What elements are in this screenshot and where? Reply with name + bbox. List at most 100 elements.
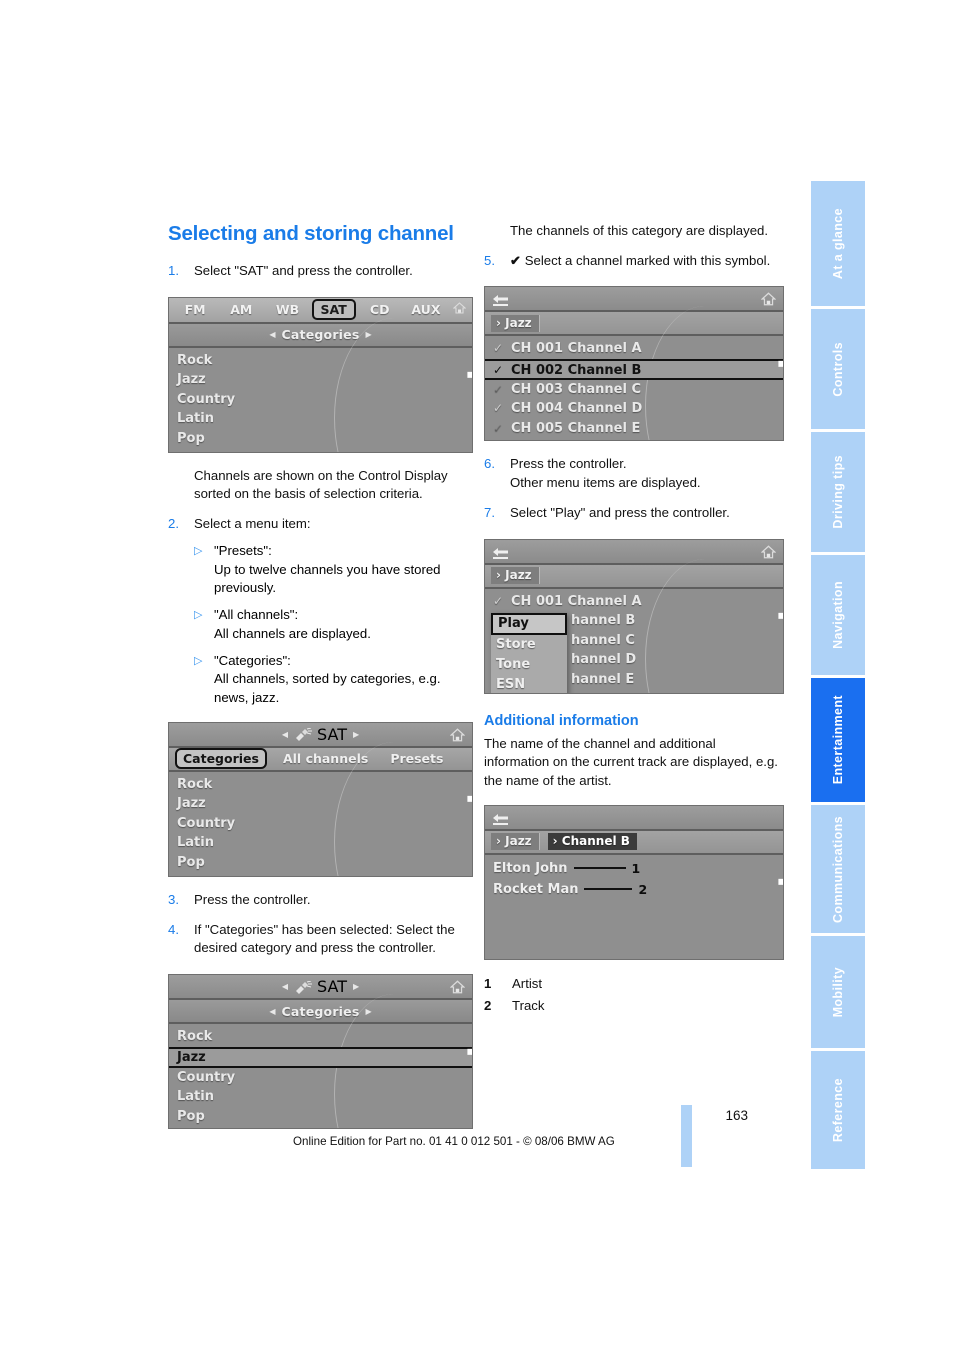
chevron-right-icon[interactable]: ▶ [365, 330, 371, 339]
tab-presets[interactable]: Presets [384, 750, 449, 767]
home-icon[interactable] [760, 291, 777, 306]
tab-categories[interactable]: Categories [175, 748, 267, 770]
satellite-icon-glyph [296, 980, 313, 994]
chevron-left-icon[interactable]: ◀ [269, 1007, 275, 1016]
step-number: 6. [484, 456, 495, 472]
figure-id-microtext [466, 1048, 472, 1055]
channel-label: hannel D [571, 652, 637, 668]
home-icon[interactable] [450, 302, 468, 317]
table-row[interactable]: ✓ CH 001 Channel A [485, 339, 783, 359]
sidebar-tab-navigation[interactable]: Navigation [811, 555, 865, 675]
satellite-icon [294, 980, 313, 994]
sidebar-tab-mobility[interactable]: Mobility [811, 936, 865, 1048]
sidebar-tab-entertainment[interactable]: Entertainment [811, 678, 865, 802]
screenshot-context-menu: › Jazz ✓ CH 001 Channel A hannel B hannel… [484, 538, 784, 694]
chevron-right-icon[interactable]: ▶ [365, 1007, 371, 1016]
list-item[interactable]: Latin [169, 409, 472, 429]
intro-text: The channels of this category are displa… [484, 222, 784, 241]
list-item-selected[interactable]: Jazz [169, 1046, 472, 1068]
table-row[interactable]: ✓ CH 004 Channel D [485, 399, 783, 419]
chevron-left-icon[interactable]: ◀ [282, 982, 288, 991]
figure-id-microtext [466, 796, 472, 803]
table-row-selected[interactable]: ✓ CH 002 Channel B [485, 358, 783, 380]
back-icon[interactable] [492, 292, 509, 307]
sidebar-tab-controls[interactable]: Controls [811, 309, 865, 429]
band-selector-bar[interactable]: FM AM WB SAT CD AUX [169, 297, 472, 324]
menu-item-store[interactable]: Store [491, 635, 567, 655]
home-icon[interactable] [449, 727, 466, 742]
step-5: 5. ✔ Select a channel marked with this s… [484, 252, 784, 271]
sidebar-tab-driving-tips[interactable]: Driving tips [811, 432, 865, 552]
sat-header-bar: ◀ SAT ▶ [169, 975, 472, 1001]
table-row[interactable]: ✓ CH 005 Channel E [485, 419, 783, 439]
chevron-left-icon[interactable]: ◀ [269, 330, 275, 339]
step-text: Select a menu item: [194, 516, 311, 532]
list-item[interactable]: Country [169, 1068, 472, 1088]
list-item[interactable]: Pop [169, 429, 472, 449]
list-item[interactable]: Rock [169, 775, 472, 795]
band-fm[interactable]: FM [173, 302, 217, 317]
artist-name: Elton John [493, 860, 568, 876]
list-item[interactable]: Latin [169, 1087, 472, 1107]
home-icon[interactable] [760, 544, 777, 559]
step-text: If "Categories" has been selected: Selec… [194, 921, 455, 956]
list-item[interactable]: Rock [169, 351, 472, 371]
context-menu-popup[interactable]: Play Store Tone ESN [491, 612, 567, 693]
page-number: 163 [725, 1108, 748, 1123]
band-wb[interactable]: WB [265, 302, 309, 317]
menu-item-esn[interactable]: ESN [491, 675, 567, 693]
channel-label: hannel B [571, 613, 636, 629]
breadcrumb-label: Jazz [505, 568, 532, 583]
sidebar-tab-at-a-glance[interactable]: At a glance [811, 181, 865, 306]
breadcrumb-label: Jazz [505, 315, 532, 330]
breadcrumb-jazz[interactable]: › Jazz [491, 833, 540, 851]
sidebar-tab-reference[interactable]: Reference [811, 1051, 865, 1169]
table-row[interactable]: ✓ CH 001 Channel A [485, 592, 783, 612]
step-3: 3. Press the controller. [168, 891, 473, 910]
sidebar-tab-communications[interactable]: Communications [811, 805, 865, 933]
footer-accent-bar [681, 1105, 692, 1167]
breadcrumb-channel[interactable]: › Channel B [547, 833, 637, 851]
breadcrumb-jazz[interactable]: › Jazz [491, 314, 540, 332]
check-icon-empty: ✓ [493, 381, 504, 396]
satellite-icon [294, 727, 313, 742]
categories-subheader: ◀ Categories ▶ [169, 1000, 472, 1025]
table-row[interactable]: ✓ CH 003 Channel C [485, 380, 783, 400]
back-icon[interactable] [492, 811, 509, 825]
home-icon[interactable] [449, 979, 466, 994]
screenshot-category-selected: ◀ SAT ▶ ◀ Categories ▶ Rock Jazz Country… [168, 974, 473, 1130]
back-icon[interactable] [492, 545, 509, 559]
sidebar-tab-label: Driving tips [831, 455, 845, 529]
step-2: 2. Select a menu item: [168, 515, 473, 534]
bullet-title: "All channels": [214, 607, 299, 623]
list-item[interactable]: Jazz [169, 370, 472, 390]
menu-item-play[interactable]: Play [491, 612, 567, 635]
chevron-left-icon[interactable]: ◀ [282, 730, 288, 739]
band-sat[interactable]: SAT [311, 299, 356, 321]
home-icon-glyph [449, 980, 466, 994]
header-title: SAT [317, 977, 347, 997]
list-item[interactable]: Pop [169, 853, 472, 873]
sat-tab-strip[interactable]: Categories All channels Presets [169, 747, 472, 772]
chevron-right-icon[interactable]: ▶ [353, 982, 359, 991]
triangle-bullet-icon: ▷ [194, 609, 203, 622]
list-item[interactable]: Country [169, 390, 472, 410]
menu-item-tone[interactable]: Tone [491, 655, 567, 675]
breadcrumb-jazz[interactable]: › Jazz [491, 567, 540, 585]
figure-id-microtext [777, 613, 783, 620]
band-aux[interactable]: AUX [404, 302, 448, 317]
chevron-right-icon[interactable]: ▶ [353, 730, 359, 739]
list-item[interactable]: Rock [169, 1027, 472, 1047]
tab-all-channels[interactable]: All channels [277, 750, 374, 767]
list-item[interactable]: Latin [169, 833, 472, 853]
list-item[interactable]: Country [169, 814, 472, 834]
category-list: Rock Jazz Country Latin Pop [169, 741, 472, 876]
manual-page: At a glance Controls Driving tips Naviga… [0, 0, 954, 1351]
step-number: 7. [484, 504, 495, 520]
band-cd[interactable]: CD [358, 302, 402, 317]
band-am[interactable]: AM [219, 302, 263, 317]
list-item[interactable]: Pop [169, 1107, 472, 1127]
list-item[interactable]: Jazz [169, 794, 472, 814]
sidebar-tab-label: At a glance [831, 207, 845, 280]
breadcrumb-label: Jazz [505, 834, 532, 849]
